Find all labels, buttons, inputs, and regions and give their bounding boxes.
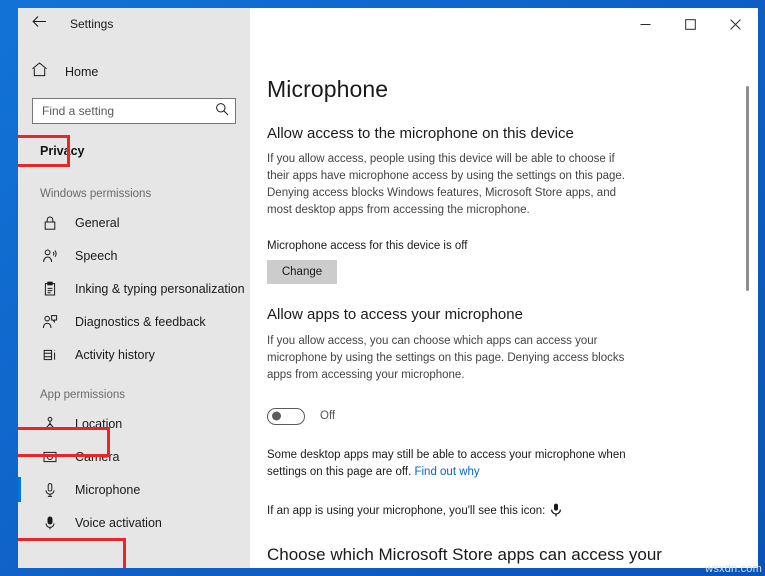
home-icon [31,61,48,83]
title-bar-spacer [250,8,623,40]
window-body: Home Privacy Windows permissions [18,40,758,568]
microphone-icon [550,503,562,523]
close-button[interactable] [713,8,758,40]
lock-icon [40,213,60,233]
section-title-device-access: Allow access to the microphone on this d… [267,125,574,142]
sidebar-item-label: Speech [75,248,118,263]
page-title: Microphone [267,76,389,102]
sidebar-item-microphone[interactable]: Microphone [18,473,250,506]
camera-icon [40,447,60,467]
sidebar-item-label: Microphone [75,482,141,497]
back-arrow-icon [31,15,47,33]
search-icon[interactable] [215,102,229,121]
location-pin-icon [40,414,60,434]
sidebar-item-label: Camera [75,449,120,464]
section-description-apps-access: If you allow access, you can choose whic… [267,334,625,381]
watermark: wsxdn.com [705,563,762,575]
content-scrollbar[interactable] [742,40,753,568]
search-container [18,90,250,124]
sidebar-item-activity-history[interactable]: Activity history [18,338,250,371]
section-description-device-access: If you allow access, people using this d… [267,153,625,217]
sidebar-item-location[interactable]: Location [18,407,250,440]
window-title: Settings [70,17,114,31]
feedback-person-icon [40,312,60,332]
section-header-app-permissions: App permissions [40,389,126,401]
search-input[interactable] [42,104,215,118]
sidebar-item-label: Diagnostics & feedback [75,314,206,329]
sidebar-item-diagnostics-feedback[interactable]: Diagnostics & feedback [18,305,250,338]
sidebar-item-label: Inking & typing personalization [75,281,245,296]
sidebar-item-camera[interactable]: Camera [18,440,250,473]
toggle-knob [272,411,281,421]
microphone-icon [40,480,60,500]
privacy-category-label: Privacy [40,144,85,158]
title-bar: Settings [18,8,758,40]
content-area: Microphone Allow access to the microphon… [250,40,758,568]
sidebar-item-inking-typing[interactable]: Inking & typing personalization [18,272,250,305]
apps-access-toggle-label: Off [320,410,336,423]
settings-window: Settings Home Find a setting Privacy Win… [18,8,758,568]
sidebar-item-label: Location [75,416,123,431]
scrollbar-thumb[interactable] [746,86,749,291]
apps-access-toggle-row: Off [267,407,758,425]
sidebar-item-label: Activity history [75,347,155,362]
settings-content: Microphone Allow access to the microphon… [250,40,758,568]
microphone-in-use-note: If an app is using your microphone, you'… [267,503,639,523]
maximize-button[interactable] [668,8,713,40]
section-title-apps-access: Allow apps to access your microphone [267,306,523,324]
sidebar-home-label: Home [65,65,99,79]
change-button[interactable]: Change [267,260,337,285]
device-access-status: Microphone access for this device is off [267,240,468,253]
sidebar-item-voice-activation[interactable]: Voice activation [18,506,250,539]
clipboard-icon [40,279,60,299]
title-bar-left: Settings [18,8,250,40]
sidebar-item-label: Voice activation [75,515,162,530]
search-box[interactable] [32,98,236,124]
annotation-box-microphone [18,538,126,568]
speech-person-icon [40,246,60,266]
voice-activation-icon [40,513,60,533]
window-controls [623,8,758,40]
sidebar-item-speech[interactable]: Speech [18,239,250,272]
back-button[interactable] [18,8,60,40]
activity-history-icon [40,345,60,365]
sidebar-item-home[interactable]: Home [18,54,250,90]
desktop-apps-note: Some desktop apps may still be able to a… [267,447,639,481]
section-header-windows-permissions: Windows permissions [40,188,152,200]
sidebar-item-general[interactable]: General [18,206,250,239]
privacy-category-row[interactable]: Privacy [18,140,250,170]
find-out-why-link[interactable]: Find out why [414,466,479,478]
sidebar: Home Privacy Windows permissions [18,40,250,568]
microphone-in-use-text: If an app is using your microphone, you'… [267,504,546,517]
section-title-store-apps: Choose which Microsoft Store apps can ac… [267,544,662,568]
minimize-button[interactable] [623,8,668,40]
sidebar-item-label: General [75,215,120,230]
apps-access-toggle[interactable] [267,407,305,425]
